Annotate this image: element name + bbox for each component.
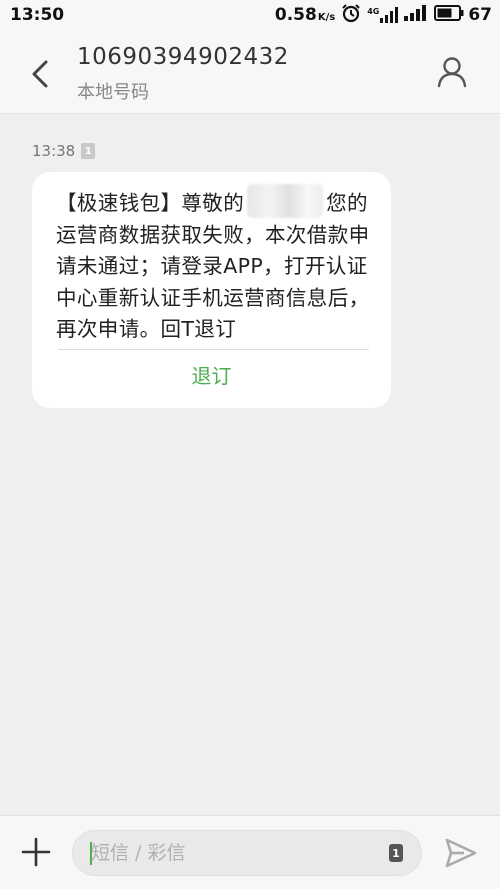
message-timestamp: 13:38 1 bbox=[32, 142, 96, 160]
message-bubble[interactable]: 【极速钱包】尊敬的 您的运营商数据获取失败，本次借款申请未通过；请登录APP，打开… bbox=[32, 172, 391, 408]
contact-button[interactable] bbox=[432, 52, 472, 92]
message-time: 13:38 bbox=[32, 142, 76, 160]
conversation-header: 10690394902432 本地号码 bbox=[0, 30, 500, 114]
battery: 67 bbox=[434, 4, 492, 26]
message-body: 【极速钱包】尊敬的 您的运营商数据获取失败，本次借款申请未通过；请登录APP，打开… bbox=[56, 184, 373, 346]
composer-bar: 1 bbox=[0, 815, 500, 889]
signal-4g-icon: 4G bbox=[367, 7, 399, 23]
sender-number: 10690394902432 bbox=[77, 44, 289, 70]
sim-card-icon: 1 bbox=[81, 143, 96, 159]
person-icon bbox=[437, 57, 467, 88]
send-icon bbox=[445, 838, 477, 868]
battery-level: 67 bbox=[468, 5, 492, 25]
send-button[interactable] bbox=[444, 836, 478, 870]
message-text-start: 【极速钱包】尊敬的 bbox=[56, 191, 245, 215]
signal-icon bbox=[404, 4, 428, 26]
back-button[interactable] bbox=[20, 54, 60, 94]
attach-button[interactable] bbox=[20, 836, 52, 868]
network-type-label: 4G bbox=[367, 7, 380, 16]
plus-icon bbox=[21, 837, 51, 867]
sim-select-button[interactable]: 1 bbox=[389, 844, 403, 862]
status-bar: 13:50 0.58 K/s 4G 67 bbox=[0, 0, 500, 30]
network-speed-value: 0.58 bbox=[274, 5, 317, 25]
network-speed: 0.58 K/s bbox=[275, 5, 335, 25]
alarm-icon bbox=[341, 3, 361, 28]
message-input[interactable] bbox=[91, 831, 361, 875]
battery-icon bbox=[434, 4, 464, 26]
redacted-name bbox=[247, 184, 324, 218]
status-indicators: 0.58 K/s 4G 67 bbox=[275, 3, 492, 28]
network-speed-unit: K/s bbox=[317, 12, 336, 23]
status-time: 13:50 bbox=[10, 5, 65, 25]
sender-subtitle: 本地号码 bbox=[77, 82, 149, 103]
unsubscribe-button[interactable]: 退订 bbox=[32, 360, 391, 389]
bubble-divider bbox=[58, 349, 369, 350]
chevron-left-icon bbox=[32, 60, 48, 88]
compose-field[interactable]: 1 bbox=[72, 830, 422, 876]
